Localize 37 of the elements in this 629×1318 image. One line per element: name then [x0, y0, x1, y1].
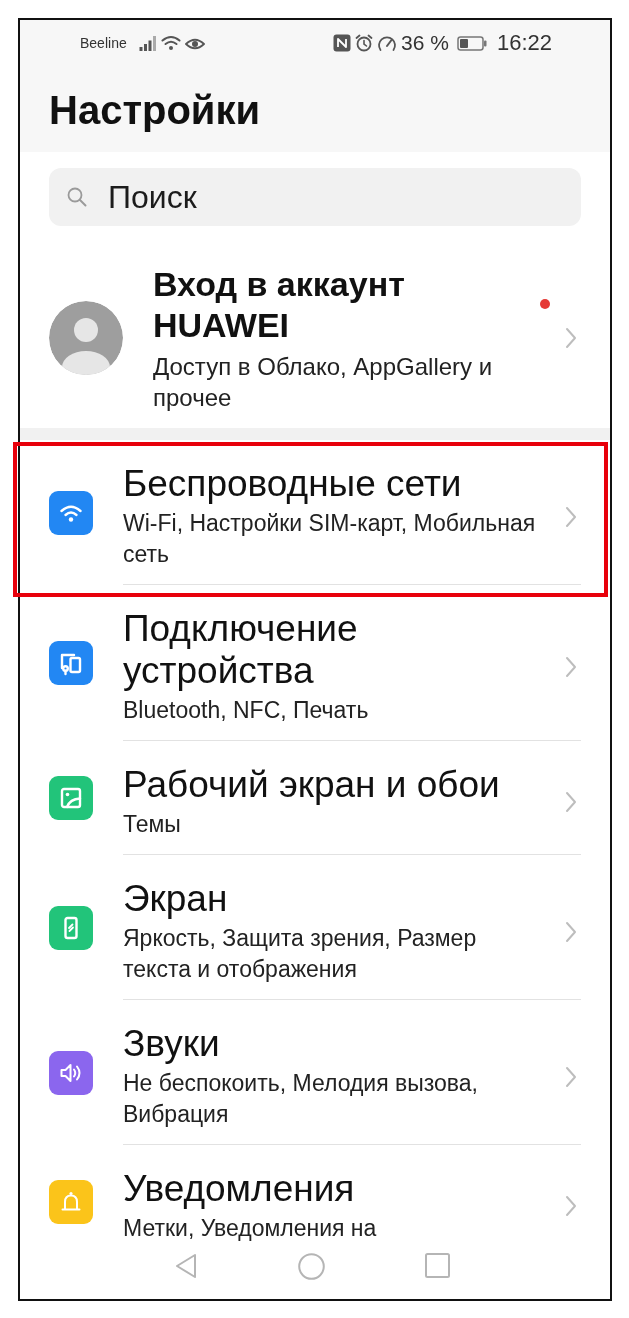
- item-title: Подключение устройства: [123, 608, 359, 692]
- item-title: Рабочий экран и обои: [123, 764, 500, 806]
- carrier-name: Beeline: [80, 35, 127, 51]
- chevron-icon: [565, 505, 577, 528]
- item-title: Беспроводные сети: [123, 463, 462, 505]
- clock-time: 16:22: [496, 30, 552, 56]
- item-subtitle: Wi-Fi, Настройки SIM-карт, Мобильная сеть: [123, 509, 537, 569]
- item-title: Звуки: [123, 1023, 220, 1065]
- item-title: Уведомления: [123, 1168, 355, 1210]
- page-title: Настройки: [49, 88, 261, 132]
- avatar-icon: [49, 301, 123, 375]
- signal-icon: [138, 35, 157, 51]
- nfc-icon: [333, 34, 352, 52]
- search-icon: [67, 187, 87, 207]
- account-subtitle: Доступ в Облако, AppGallery и прочее: [153, 351, 494, 413]
- item-subtitle: Темы: [123, 810, 181, 839]
- gauge-icon: [377, 34, 398, 52]
- battery-percent: 36 %: [401, 31, 449, 55]
- search-field[interactable]: Поиск: [49, 168, 581, 226]
- item-subtitle: Bluetooth, NFC, Печать: [123, 696, 369, 725]
- chevron-icon: [565, 656, 577, 678]
- alarm-icon: [355, 34, 374, 52]
- wifi-icon: [160, 35, 181, 51]
- item-title: Экран: [123, 878, 228, 920]
- battery-icon: [456, 35, 487, 51]
- chevron-icon: [565, 791, 577, 813]
- item-subtitle: Метки, Уведомления на: [123, 1214, 377, 1243]
- item-subtitle: Яркость, Защита зрения, Размер текста и отображения: [123, 924, 478, 984]
- item-subtitle: Не беспокоить, Мелодия вызова, Вибрация: [123, 1069, 479, 1129]
- account-title: Вход в аккаунт HUAWEI: [153, 263, 406, 346]
- chevron-icon: [565, 327, 577, 349]
- home-icon[interactable]: [298, 1253, 325, 1280]
- recent-apps-icon[interactable]: [425, 1253, 450, 1278]
- chevron-icon: [565, 1195, 577, 1217]
- chevron-icon: [565, 1065, 577, 1088]
- chevron-icon: [565, 920, 577, 943]
- back-icon[interactable]: [174, 1253, 198, 1279]
